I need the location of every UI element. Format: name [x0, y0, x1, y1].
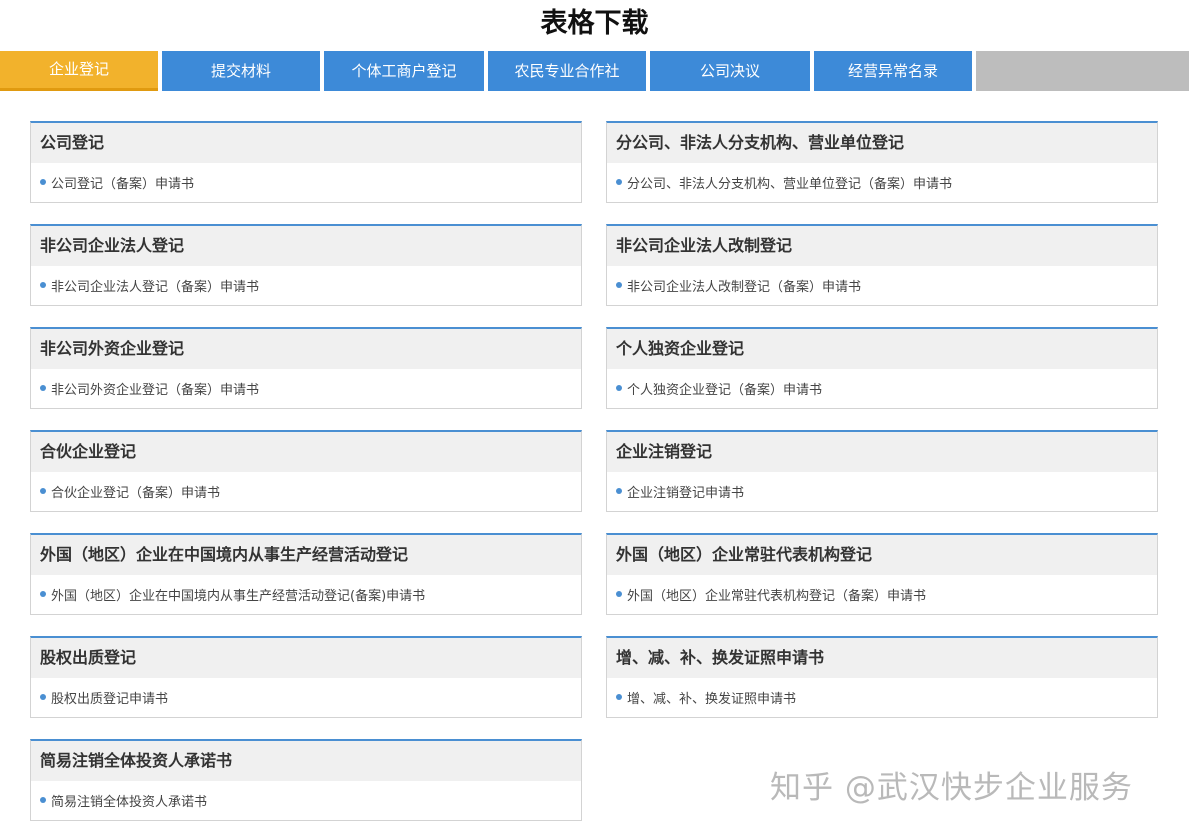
tab-company-resolution[interactable]: 公司决议: [650, 51, 810, 91]
download-link[interactable]: 分公司、非法人分支机构、营业单位登记（备案）申请书: [627, 177, 952, 192]
card-partnership: 合伙企业登记 合伙企业登记（备案）申请书: [30, 430, 582, 512]
card-sole-proprietorship: 个人独资企业登记 个人独资企业登记（备案）申请书: [606, 327, 1158, 409]
download-link[interactable]: 公司登记（备案）申请书: [51, 177, 194, 192]
card-title: 企业注销登记: [607, 432, 1157, 472]
card-title: 外国（地区）企业在中国境内从事生产经营活动登记: [31, 535, 581, 575]
download-link[interactable]: 股权出质登记申请书: [51, 692, 168, 707]
card-non-company-restructure: 非公司企业法人改制登记 非公司企业法人改制登记（备案）申请书: [606, 224, 1158, 306]
card-simplified-deregistration: 简易注销全体投资人承诺书 简易注销全体投资人承诺书: [30, 739, 582, 821]
page-title: 表格下载: [540, 8, 649, 39]
card-title: 合伙企业登记: [31, 432, 581, 472]
card-license-reissue: 增、减、补、换发证照申请书 增、减、补、换发证照申请书: [606, 636, 1158, 718]
card-equity-pledge: 股权出质登记 股权出质登记申请书: [30, 636, 582, 718]
card-title: 非公司外资企业登记: [31, 329, 581, 369]
card-title: 非公司企业法人改制登记: [607, 226, 1157, 266]
card-foreign-representative-office: 外国（地区）企业常驻代表机构登记 外国（地区）企业常驻代表机构登记（备案）申请书: [606, 533, 1158, 615]
bullet-icon: [40, 281, 46, 288]
bullet-icon: [40, 178, 46, 185]
download-link[interactable]: 增、减、补、换发证照申请书: [627, 692, 796, 707]
card-title: 非公司企业法人登记: [31, 226, 581, 266]
card-title: 股权出质登记: [31, 638, 581, 678]
card-foreign-non-company: 非公司外资企业登记 非公司外资企业登记（备案）申请书: [30, 327, 582, 409]
card-title: 简易注销全体投资人承诺书: [31, 741, 581, 781]
bullet-icon: [40, 384, 46, 391]
bullet-icon: [616, 281, 622, 288]
download-link[interactable]: 个人独资企业登记（备案）申请书: [627, 383, 822, 398]
bullet-icon: [40, 796, 46, 803]
download-link[interactable]: 非公司外资企业登记（备案）申请书: [51, 383, 259, 398]
card-company-registration: 公司登记 公司登记（备案）申请书: [30, 121, 582, 203]
download-link[interactable]: 外国（地区）企业常驻代表机构登记（备案）申请书: [627, 589, 926, 604]
card-title: 外国（地区）企业常驻代表机构登记: [607, 535, 1157, 575]
tab-submit-materials[interactable]: 提交材料: [162, 51, 320, 91]
download-link[interactable]: 合伙企业登记（备案）申请书: [51, 486, 220, 501]
tab-farmer-cooperative[interactable]: 农民专业合作社: [488, 51, 646, 91]
card-title: 个人独资企业登记: [607, 329, 1157, 369]
card-title: 分公司、非法人分支机构、营业单位登记: [607, 123, 1157, 163]
bullet-icon: [616, 590, 622, 597]
tab-bar-filler: [976, 51, 1189, 91]
tab-enterprise-registration[interactable]: 企业登记: [0, 51, 158, 91]
bullet-icon: [616, 384, 622, 391]
card-deregistration: 企业注销登记 企业注销登记申请书: [606, 430, 1158, 512]
card-foreign-operations: 外国（地区）企业在中国境内从事生产经营活动登记 外国（地区）企业在中国境内从事生…: [30, 533, 582, 615]
tab-individual-business[interactable]: 个体工商户登记: [324, 51, 484, 91]
tab-abnormal-operations-list[interactable]: 经营异常名录: [814, 51, 972, 91]
download-link[interactable]: 非公司企业法人改制登记（备案）申请书: [627, 280, 861, 295]
card-title: 公司登记: [31, 123, 581, 163]
bullet-icon: [616, 178, 622, 185]
bullet-icon: [40, 487, 46, 494]
card-non-company-legal-person: 非公司企业法人登记 非公司企业法人登记（备案）申请书: [30, 224, 582, 306]
download-link[interactable]: 外国（地区）企业在中国境内从事生产经营活动登记(备案)申请书: [51, 589, 425, 604]
bullet-icon: [616, 487, 622, 494]
download-link[interactable]: 非公司企业法人登记（备案）申请书: [51, 280, 259, 295]
download-link[interactable]: 简易注销全体投资人承诺书: [51, 795, 207, 810]
download-link[interactable]: 企业注销登记申请书: [627, 486, 744, 501]
bullet-icon: [40, 590, 46, 597]
page: 表格下载 企业登记 提交材料 个体工商户登记 农民专业合作社 公司决议 经营异常…: [0, 0, 1189, 831]
tab-bar: 企业登记 提交材料 个体工商户登记 农民专业合作社 公司决议 经营异常名录: [0, 51, 1189, 91]
watermark: 知乎 @武汉快步企业服务: [770, 770, 1133, 806]
card-title: 增、减、补、换发证照申请书: [607, 638, 1157, 678]
bullet-icon: [616, 693, 622, 700]
card-branch-registration: 分公司、非法人分支机构、营业单位登记 分公司、非法人分支机构、营业单位登记（备案…: [606, 121, 1158, 203]
bullet-icon: [40, 693, 46, 700]
